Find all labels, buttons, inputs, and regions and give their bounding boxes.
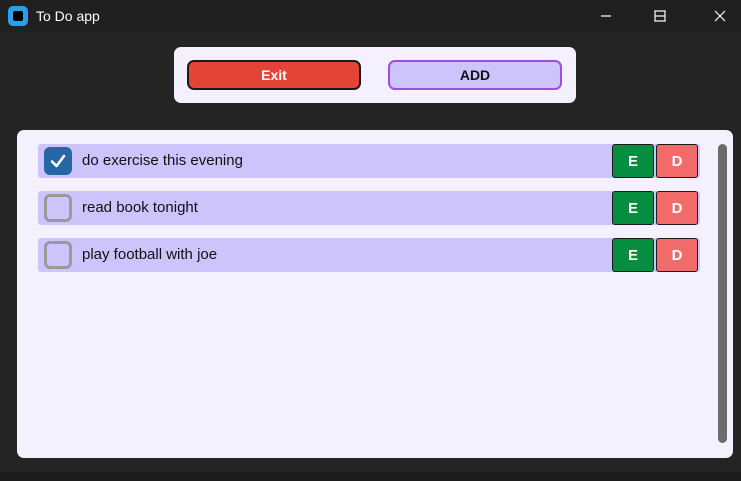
- minimize-button-control[interactable]: [583, 0, 629, 32]
- edit-button[interactable]: E: [612, 191, 654, 225]
- delete-button[interactable]: D: [656, 191, 698, 225]
- delete-button[interactable]: D: [656, 238, 698, 272]
- task-label: do exercise this evening: [82, 152, 243, 169]
- task-row: read book tonight E D: [38, 191, 700, 225]
- task-label: read book tonight: [82, 199, 198, 216]
- edit-button[interactable]: E: [612, 144, 654, 178]
- maximize-icon: [654, 10, 666, 22]
- task-checkbox[interactable]: [44, 147, 72, 175]
- delete-button[interactable]: D: [656, 144, 698, 178]
- task-list-panel: do exercise this evening E D read book t…: [17, 130, 733, 458]
- app-icon: [8, 6, 28, 26]
- minimize-icon: [601, 15, 611, 17]
- maximize-button[interactable]: [637, 0, 683, 32]
- task-checkbox[interactable]: [44, 194, 72, 222]
- title-bar: To Do app: [0, 0, 741, 32]
- add-button[interactable]: ADD: [388, 60, 562, 90]
- checkmark-icon: [50, 154, 66, 168]
- scrollbar[interactable]: [718, 144, 727, 443]
- close-icon: [714, 10, 726, 22]
- task-checkbox[interactable]: [44, 241, 72, 269]
- task-label: play football with joe: [82, 246, 218, 263]
- window-title: To Do app: [36, 8, 100, 24]
- toolbar: Exit ADD: [174, 47, 576, 103]
- task-row: do exercise this evening E D: [38, 144, 700, 178]
- exit-button[interactable]: Exit: [187, 60, 361, 90]
- close-button[interactable]: [697, 0, 741, 32]
- edit-button[interactable]: E: [612, 238, 654, 272]
- task-row: play football with joe E D: [38, 238, 700, 272]
